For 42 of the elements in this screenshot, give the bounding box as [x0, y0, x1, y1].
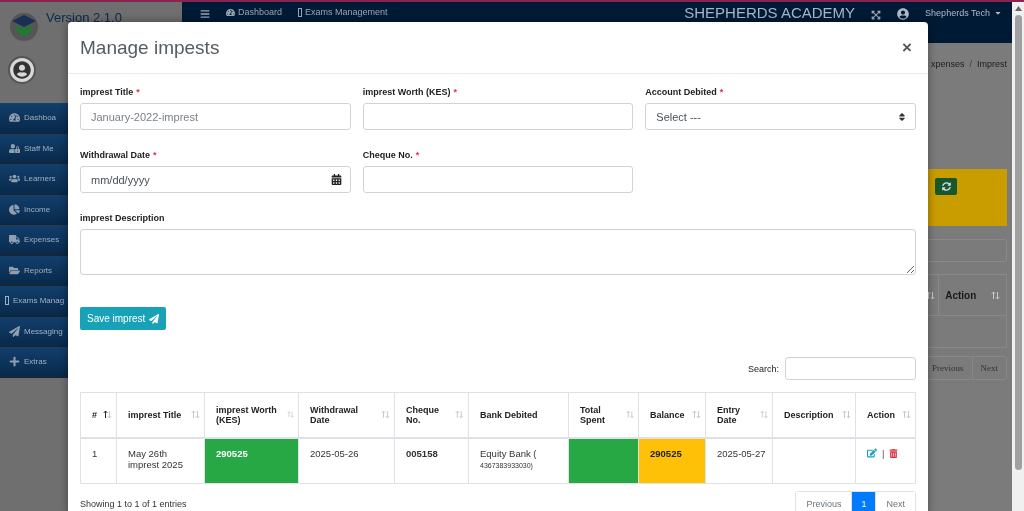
school-name: SHEPHERDS ACADEMY	[684, 4, 856, 21]
version-label: Version 2.1.0	[46, 9, 122, 25]
column-header[interactable]: #	[80, 392, 117, 438]
page-button[interactable]: Next	[875, 492, 915, 511]
column-header[interactable]: Description	[772, 392, 856, 438]
table-cell: 1	[80, 437, 117, 484]
select-field[interactable]: Select ---	[645, 103, 916, 130]
field-label: imprest Worth (KES) *	[362, 87, 458, 97]
nav-link[interactable]: Dashboard	[226, 7, 283, 17]
field-label: imprest Title *	[80, 87, 141, 97]
dialog-title: Manage impests	[80, 36, 220, 59]
column-header[interactable]: Action	[855, 392, 916, 438]
text-field[interactable]: January-2022-imprest	[80, 103, 351, 130]
breadcrumb-item[interactable]: xpenses	[930, 59, 965, 69]
table-cell: 290525	[204, 437, 299, 484]
field-label: Cheque No. *	[362, 150, 421, 160]
field-label: Withdrawal Date *	[80, 150, 158, 160]
table-cell: 005158	[394, 437, 469, 484]
table-cell: 2025-05-27	[705, 437, 773, 484]
column-header[interactable]: Total Spent	[568, 392, 639, 438]
column-header[interactable]: Cheque No.	[394, 392, 469, 438]
field-label: imprest Description	[80, 213, 166, 223]
column-header[interactable]: imprest Title	[116, 392, 205, 438]
date-field[interactable]: mm/dd/yyyy	[80, 166, 351, 193]
table-cell: |	[855, 437, 916, 484]
entries-info: Showing 1 to 1 of 1 entries	[80, 498, 187, 509]
close-button[interactable]: ×	[898, 37, 916, 58]
page-button[interactable]: 1	[851, 492, 876, 511]
table-cell: 2025-05-26	[298, 437, 395, 484]
user-menu[interactable]: Shepherds Tech	[925, 8, 1002, 18]
breadcrumb-item: Imprest	[977, 59, 1007, 69]
table-cell: May 26th imprest 2025	[116, 437, 205, 484]
column-header[interactable]: imprest Worth (KES)	[204, 392, 299, 438]
column-header[interactable]: Bank Debited	[468, 392, 569, 438]
table-cell: 290525	[638, 437, 706, 484]
breadcrumb-separator: /	[969, 59, 972, 69]
column-header[interactable]: Balance	[638, 392, 706, 438]
column-header[interactable]: Withdrawal Date	[298, 392, 395, 438]
search-label: Search:	[747, 363, 779, 374]
field-label: Account Debited *	[645, 87, 725, 97]
nav-link[interactable]: Exams Management	[298, 7, 388, 17]
column-header[interactable]: Entry Date	[705, 392, 773, 438]
